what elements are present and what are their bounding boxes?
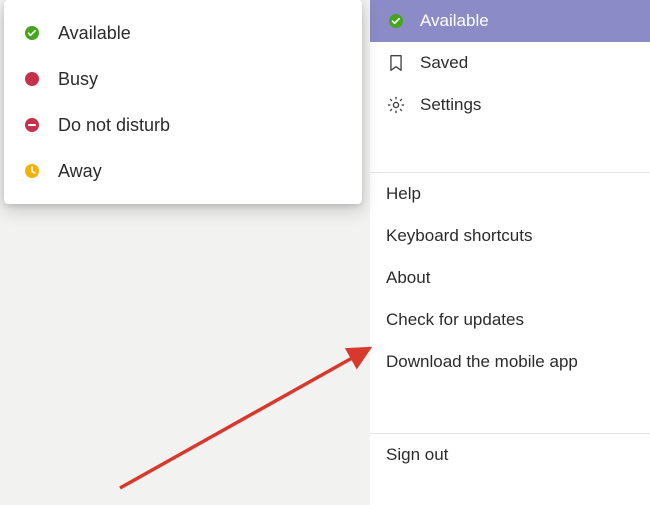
status-label: Do not disturb: [58, 115, 170, 136]
menu-spacer: [370, 126, 650, 172]
status-label: Away: [58, 161, 102, 182]
menu-spacer: [370, 383, 650, 433]
status-submenu: Available Busy Do not disturb: [4, 0, 362, 204]
busy-icon: [24, 71, 40, 87]
menu-item-help[interactable]: Help: [370, 173, 650, 215]
available-icon: [386, 11, 406, 31]
menu-item-available[interactable]: Available: [370, 0, 650, 42]
status-item-away[interactable]: Away: [4, 148, 362, 194]
menu-item-download-app[interactable]: Download the mobile app: [370, 341, 650, 383]
menu-label: Download the mobile app: [386, 352, 578, 372]
menu-item-settings[interactable]: Settings: [370, 84, 650, 126]
menu-label: Check for updates: [386, 310, 524, 330]
menu-item-sign-out[interactable]: Sign out: [370, 434, 650, 476]
menu-label: Saved: [420, 53, 468, 73]
status-item-available[interactable]: Available: [4, 10, 362, 56]
status-item-busy[interactable]: Busy: [4, 56, 362, 102]
user-menu: Available Saved: [370, 0, 650, 505]
available-icon: [24, 25, 40, 41]
menu-label: Help: [386, 184, 421, 204]
menu-item-check-for-updates[interactable]: Check for updates: [370, 299, 650, 341]
status-item-dnd[interactable]: Do not disturb: [4, 102, 362, 148]
menu-label: Settings: [420, 95, 481, 115]
menu-label: About: [386, 268, 430, 288]
menu-item-keyboard-shortcuts[interactable]: Keyboard shortcuts: [370, 215, 650, 257]
menu-item-about[interactable]: About: [370, 257, 650, 299]
away-icon: [24, 163, 40, 179]
menu-label: Sign out: [386, 445, 448, 465]
dnd-icon: [24, 117, 40, 133]
menu-label: Keyboard shortcuts: [386, 226, 532, 246]
bookmark-icon: [386, 53, 406, 73]
status-label: Available: [58, 23, 131, 44]
menu-label: Available: [420, 11, 489, 31]
status-label: Busy: [58, 69, 98, 90]
menu-item-saved[interactable]: Saved: [370, 42, 650, 84]
gear-icon: [386, 95, 406, 115]
